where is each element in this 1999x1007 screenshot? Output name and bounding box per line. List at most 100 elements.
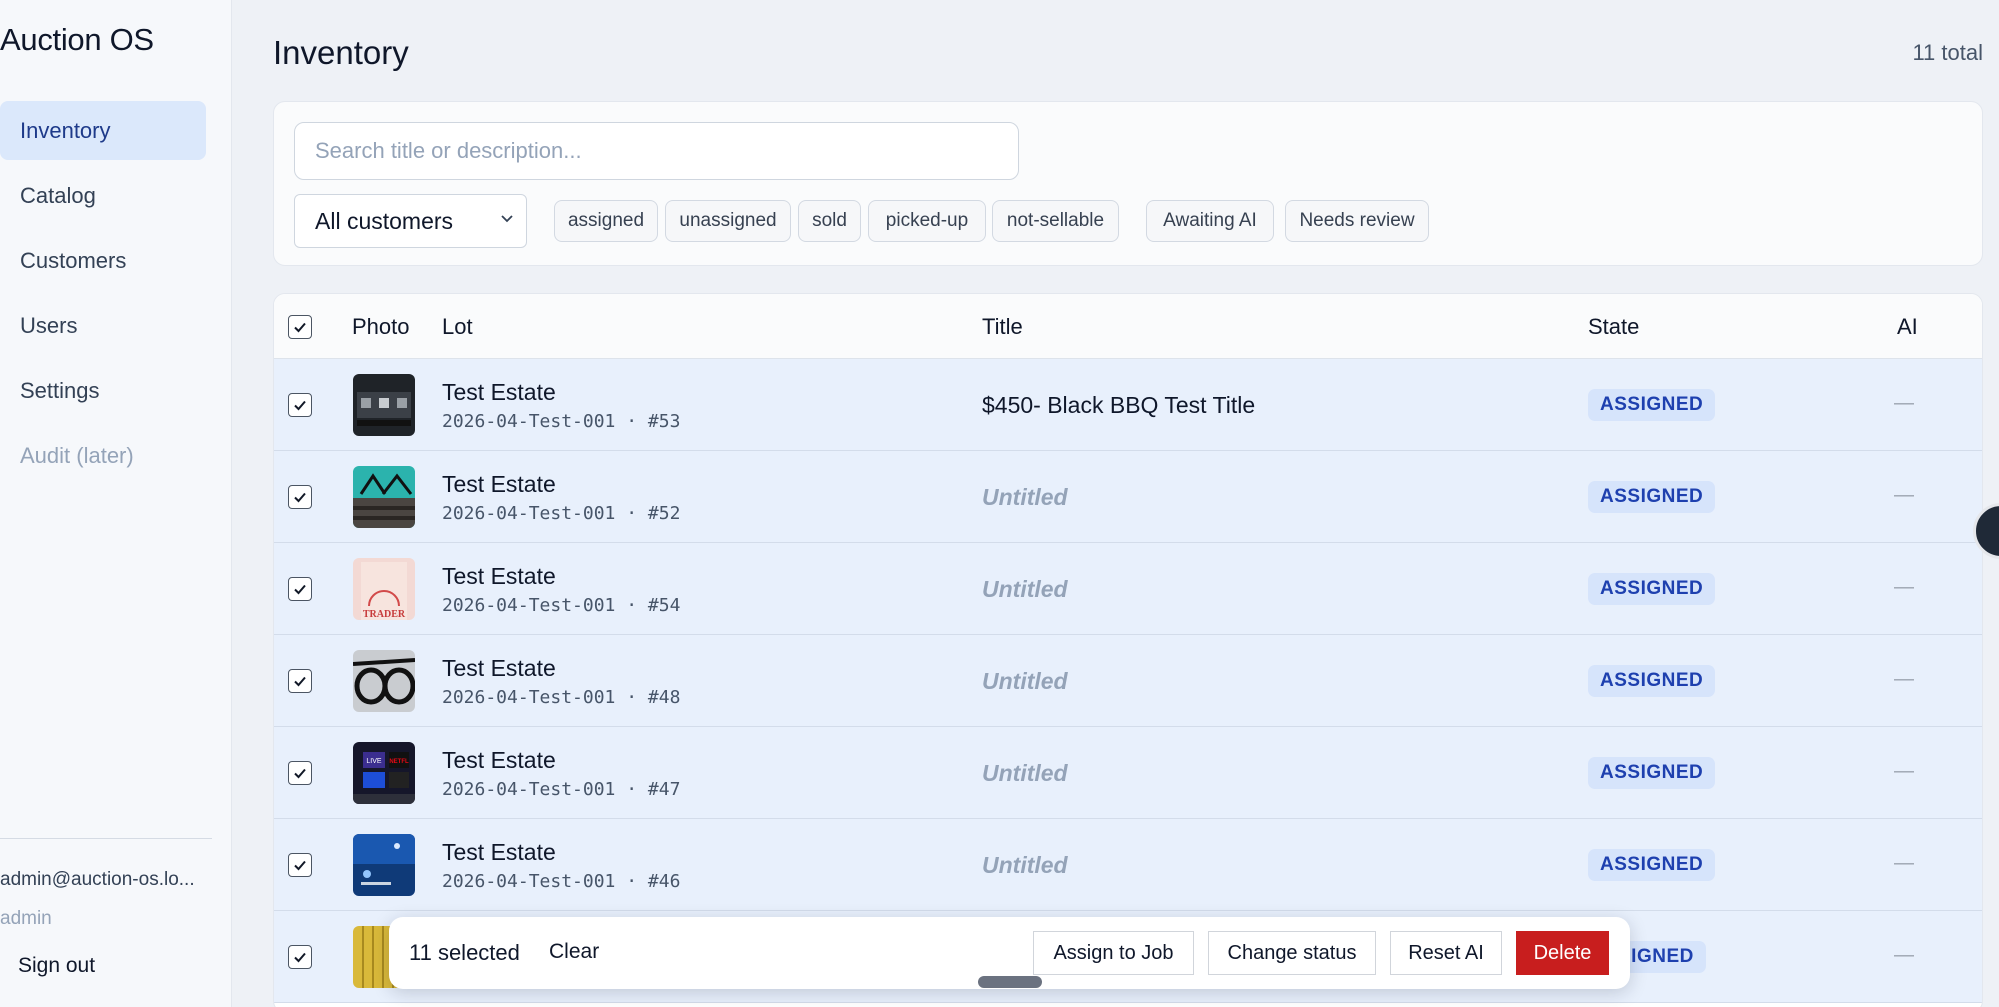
svg-text:TRADER: TRADER xyxy=(363,609,406,620)
check-icon xyxy=(294,860,306,871)
chip-sold[interactable]: sold xyxy=(798,200,861,242)
sidebar: Auction OS Inventory Catalog Customers U… xyxy=(0,0,232,1007)
item-photo[interactable]: LIVE NETFL xyxy=(353,742,415,804)
column-header-title[interactable]: Title xyxy=(982,314,1023,340)
ai-status: — xyxy=(1894,576,1914,598)
sidebar-item-customers[interactable]: Customers xyxy=(0,231,206,290)
delete-button[interactable]: Delete xyxy=(1516,931,1609,975)
item-title: Untitled xyxy=(982,576,1068,602)
chip-unassigned[interactable]: unassigned xyxy=(665,200,791,242)
status-badge: ASSIGNED xyxy=(1588,389,1716,421)
ai-status: — xyxy=(1894,392,1914,414)
check-icon xyxy=(294,676,306,687)
status-badge: ASSIGNED xyxy=(1588,573,1716,605)
chip-not-sellable[interactable]: not-sellable xyxy=(992,200,1119,242)
chip-assigned[interactable]: assigned xyxy=(554,200,658,242)
sidebar-nav: Inventory Catalog Customers Users Settin… xyxy=(0,101,206,491)
item-photo[interactable]: TRADER xyxy=(353,558,415,620)
row-checkbox[interactable] xyxy=(288,577,312,601)
svg-text:LIVE: LIVE xyxy=(366,758,382,765)
check-icon xyxy=(294,952,306,963)
ai-status: — xyxy=(1894,944,1914,966)
total-count: 11 total xyxy=(1912,40,1983,65)
search-input[interactable] xyxy=(294,122,1019,180)
sidebar-item-audit: Audit (later) xyxy=(20,442,134,468)
item-title: Untitled xyxy=(982,484,1068,510)
row-checkbox[interactable] xyxy=(288,761,312,785)
item-photo[interactable] xyxy=(353,374,415,436)
inventory-table: Photo Lot Title State AI Test Estate 202… xyxy=(273,293,1983,1007)
table-row[interactable]: Test Estate 2026-04-Test-001 · #48 Untit… xyxy=(274,635,1982,727)
table-header: Photo Lot Title State AI xyxy=(274,294,1982,359)
user-email: admin@auction-os.lo... xyxy=(0,869,195,890)
check-icon xyxy=(294,768,306,779)
item-photo[interactable] xyxy=(353,834,415,896)
sidebar-item-settings[interactable]: Settings xyxy=(0,361,206,420)
clear-selection-button[interactable]: Clear xyxy=(549,940,599,964)
status-badge: ASSIGNED xyxy=(1588,849,1716,881)
lot-code: 2026-04-Test-001 · #54 xyxy=(442,595,681,616)
column-header-ai[interactable]: AI xyxy=(1897,314,1918,340)
customer-select[interactable]: All customers xyxy=(294,194,527,248)
sidebar-item-catalog[interactable]: Catalog xyxy=(0,166,206,225)
item-photo[interactable] xyxy=(353,466,415,528)
check-icon xyxy=(294,322,306,333)
check-icon xyxy=(294,400,306,411)
ai-status: — xyxy=(1894,760,1914,782)
item-title: Untitled xyxy=(982,760,1068,786)
filter-panel: All customers assigned unassigned sold p… xyxy=(273,101,1983,266)
selected-count: 11 selected xyxy=(409,940,520,965)
chip-awaiting-ai[interactable]: Awaiting AI xyxy=(1146,200,1274,242)
table-row[interactable]: Test Estate 2026-04-Test-001 · #52 Untit… xyxy=(274,451,1982,543)
customer-select-value: All customers xyxy=(315,207,454,234)
ai-status: — xyxy=(1894,484,1914,506)
lot-code: 2026-04-Test-001 · #52 xyxy=(442,503,681,524)
chevron-down-icon xyxy=(500,211,514,230)
page-title: Inventory xyxy=(273,34,409,71)
check-icon xyxy=(294,492,306,503)
table-row[interactable]: LIVE NETFL Test Estate 2026-04-Test-001 ·… xyxy=(274,727,1982,819)
chip-picked-up[interactable]: picked-up xyxy=(868,200,986,242)
ai-status: — xyxy=(1894,852,1914,874)
column-header-lot[interactable]: Lot xyxy=(442,314,473,340)
assign-to-job-button[interactable]: Assign to Job xyxy=(1033,931,1194,975)
user-role: admin xyxy=(0,908,52,929)
select-all-checkbox[interactable] xyxy=(288,315,312,339)
check-icon xyxy=(294,584,306,595)
ai-status: — xyxy=(1894,668,1914,690)
row-checkbox[interactable] xyxy=(288,485,312,509)
lot-code: 2026-04-Test-001 · #53 xyxy=(442,411,681,432)
row-checkbox[interactable] xyxy=(288,393,312,417)
row-checkbox[interactable] xyxy=(288,945,312,969)
row-checkbox[interactable] xyxy=(288,853,312,877)
item-title: Untitled xyxy=(982,668,1068,694)
status-badge: ASSIGNED xyxy=(1588,481,1716,513)
status-badge: ASSIGNED xyxy=(1588,757,1716,789)
change-status-button[interactable]: Change status xyxy=(1208,931,1376,975)
table-row[interactable]: Test Estate 2026-04-Test-001 · #46 Untit… xyxy=(274,819,1982,911)
table-row[interactable]: Test Estate 2026-04-Test-001 · #53 $450-… xyxy=(274,359,1982,451)
lot-code: 2026-04-Test-001 · #47 xyxy=(442,779,681,800)
lot-code: 2026-04-Test-001 · #46 xyxy=(442,871,681,892)
lot-name: Test Estate xyxy=(442,747,556,773)
table-row[interactable]: TRADER Test Estate 2026-04-Test-001 · #5… xyxy=(274,543,1982,635)
row-checkbox[interactable] xyxy=(288,669,312,693)
lot-name: Test Estate xyxy=(442,839,556,865)
sidebar-item-inventory[interactable]: Inventory xyxy=(0,101,206,160)
lot-name: Test Estate xyxy=(442,471,556,497)
lot-code: 2026-04-Test-001 · #48 xyxy=(442,687,681,708)
lot-name: Test Estate xyxy=(442,655,556,681)
drag-handle[interactable] xyxy=(978,976,1042,988)
item-title: $450- Black BBQ Test Title xyxy=(982,392,1256,418)
reset-ai-button[interactable]: Reset AI xyxy=(1390,931,1502,975)
chip-needs-review[interactable]: Needs review xyxy=(1285,200,1429,242)
item-photo[interactable] xyxy=(353,650,415,712)
sidebar-divider xyxy=(0,838,212,839)
svg-text:NETFL: NETFL xyxy=(389,759,409,765)
column-header-state[interactable]: State xyxy=(1588,314,1639,340)
status-badge: ASSIGNED xyxy=(1588,665,1716,697)
lot-name: Test Estate xyxy=(442,379,556,405)
sign-out-button[interactable]: Sign out xyxy=(18,954,95,978)
sidebar-item-users[interactable]: Users xyxy=(0,296,206,355)
column-header-photo[interactable]: Photo xyxy=(352,314,410,340)
